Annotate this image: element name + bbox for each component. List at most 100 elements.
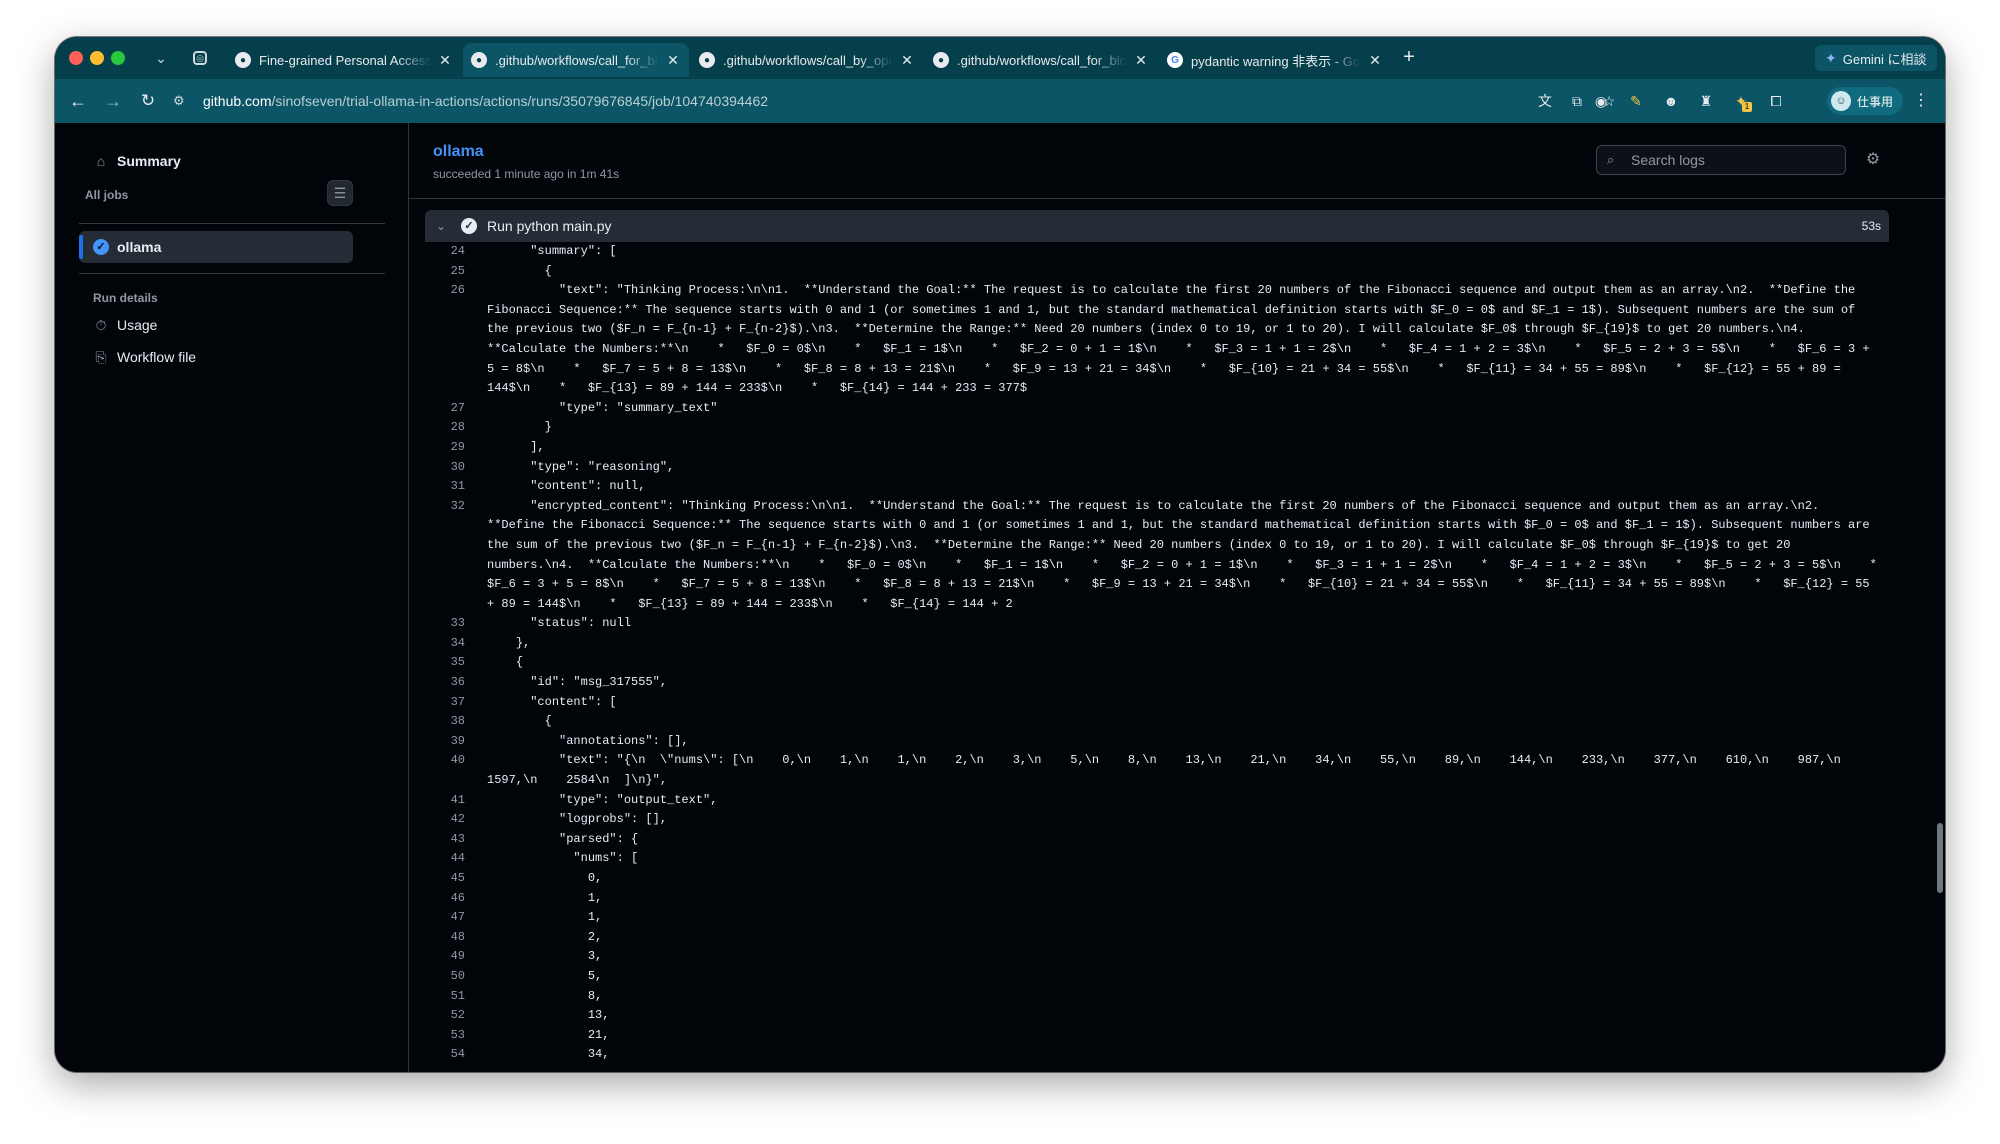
log-line-number[interactable]: 39 [425,732,487,752]
log-line: 49 3, [425,947,1889,967]
log-line-number[interactable]: 33 [425,614,487,634]
log-line-number[interactable]: 28 [425,418,487,438]
log-line: 36 "id": "msg_317555", [425,673,1889,693]
back-button[interactable]: ← [67,90,89,112]
log-line-number[interactable]: 34 [425,634,487,654]
tab-close-icon[interactable]: ✕ [1367,52,1383,69]
log-line-number[interactable]: 35 [425,653,487,673]
log-line: 50 5, [425,967,1889,987]
tab-close-icon[interactable]: ✕ [899,52,915,69]
tab-close-icon[interactable]: ✕ [1133,52,1149,69]
step-duration: 53s [1861,219,1881,233]
log-line-text: "summary": [ [487,244,617,258]
log-line-number[interactable]: 43 [425,830,487,850]
log-line-number[interactable]: 29 [425,438,487,458]
extension-badge-icon[interactable]: ✦ 1 [1730,90,1752,112]
log-line: 51 8, [425,987,1889,1007]
key-extension-icon[interactable]: ✎ [1625,90,1647,112]
profile-button[interactable]: ☺ 仕事用 [1827,87,1904,115]
tab-1[interactable]: ● .github/workflows/call_for_blog.yml ✕ [463,43,689,77]
tab-close-icon[interactable]: ✕ [437,52,453,69]
tab-close-icon[interactable]: ✕ [665,52,681,69]
reload-button[interactable]: ↻ [137,90,159,112]
profile-label: 仕事用 [1857,94,1894,109]
log-line-text: "type": "reasoning", [487,459,675,474]
window-minimize-button[interactable] [90,51,104,65]
log-line-text: "type": "output_text", [487,792,718,807]
tab-3[interactable]: ● .github/workflows/call_for_blog.yml ✕ [925,43,1157,77]
tab-0[interactable]: ● Fine-grained Personal Access Tokens ✕ [227,43,461,77]
extension-trash-icon[interactable]: ♜ [1695,90,1717,112]
log-line-text: { [487,714,552,729]
gear-icon[interactable]: ⚙ [1864,151,1882,169]
log-line-number[interactable]: 49 [425,947,487,967]
new-tab-button[interactable]: + [1398,47,1420,69]
sidebar-item-workflow-file[interactable]: ⎘ Workflow file [93,349,196,365]
log-line-number[interactable]: 26 [425,281,487,399]
log-line-number[interactable]: 52 [425,1006,487,1026]
page-scrollbar[interactable] [1937,823,1943,893]
address-bar[interactable]: ⚙ github.com/sinofseven/trial-ollama-in-… [173,85,1788,117]
log-line-number[interactable]: 27 [425,399,487,419]
log-line-text: ], [487,439,545,454]
gemini-button[interactable]: ✦ Gemini に相談 [1815,45,1937,71]
log-line-number[interactable]: 44 [425,849,487,869]
log-line-number[interactable]: 38 [425,712,487,732]
log-line-number[interactable]: 25 [425,262,487,282]
log-line: 44 "nums": [ [425,849,1889,869]
log-line-number[interactable]: 30 [425,458,487,478]
search-logs-input[interactable] [1629,151,1833,169]
job-title[interactable]: ollama [433,143,484,161]
window-close-button[interactable] [69,51,83,65]
log-line-number[interactable]: 41 [425,791,487,811]
log-line: 34 }, [425,634,1889,654]
filter-icon[interactable]: ☰ [327,180,353,206]
search-logs-field[interactable]: ⌕ [1596,145,1846,175]
log-line-text: "logprobs": [], [487,812,668,827]
log-line-number[interactable]: 32 [425,497,487,615]
github-icon: ● [699,52,715,68]
tab-search-chevron-icon[interactable]: ⌄ [150,47,172,69]
forward-button[interactable]: → [102,90,124,112]
log-line-text: "content": [ [487,694,617,709]
log-line-text: 8, [487,988,603,1003]
log-line-number[interactable]: 31 [425,477,487,497]
log-line-number[interactable]: 48 [425,928,487,948]
log-line-number[interactable]: 40 [425,751,487,790]
log-line-number[interactable]: 37 [425,693,487,713]
tab-2[interactable]: ● .github/workflows/call_by_openai.yml ✕ [691,43,923,77]
log-line-number[interactable]: 50 [425,967,487,987]
log-line-number[interactable]: 36 [425,673,487,693]
extensions-puzzle-icon[interactable]: ⧠ [1765,90,1787,112]
pinned-tab[interactable]: ◎ [187,46,213,70]
site-info-icon[interactable]: ⚙ [173,93,189,109]
extension-owl-icon[interactable]: ☻ [1660,90,1682,112]
sidebar-item-summary[interactable]: ⌂ Summary [93,153,181,169]
tab-4[interactable]: G pydantic warning 非表示 - Google ✕ [1159,43,1391,77]
sidebar-item-job-ollama[interactable]: ✓ ollama [79,231,353,263]
log-line-text: "encrypted_content": "Thinking Process:\… [487,498,1877,611]
translate-icon[interactable]: 文 [1535,91,1555,111]
sidebar-item-label: Summary [117,153,181,169]
log-line-number[interactable]: 46 [425,889,487,909]
url-path: /sinofseven/trial-ollama-in-actions/acti… [271,93,769,109]
log-line: 39 "annotations": [], [425,732,1889,752]
log-line-number[interactable]: 47 [425,908,487,928]
log-line-number[interactable]: 45 [425,869,487,889]
log-line-number[interactable]: 51 [425,987,487,1007]
divider [79,223,385,224]
log-line-number[interactable]: 54 [425,1045,487,1065]
password-manager-icon[interactable]: ◉ [1590,90,1612,112]
log-line-number[interactable]: 42 [425,810,487,830]
log-line-number[interactable]: 24 [425,242,487,262]
log-line: 35 { [425,653,1889,673]
chevron-down-icon[interactable]: ⌄ [433,218,449,234]
success-check-icon: ✓ [461,218,477,234]
install-app-icon[interactable]: ⧉ [1567,91,1587,111]
browser-menu-icon[interactable]: ⋮ [1913,90,1929,112]
step-header[interactable]: ⌄ ✓ Run python main.py 53s [425,210,1889,242]
window-maximize-button[interactable] [111,51,125,65]
tab-title: .github/workflows/call_for_blog.yml [957,52,1127,68]
log-line-number[interactable]: 53 [425,1026,487,1046]
sidebar-item-usage[interactable]: ⏱ Usage [93,317,158,333]
